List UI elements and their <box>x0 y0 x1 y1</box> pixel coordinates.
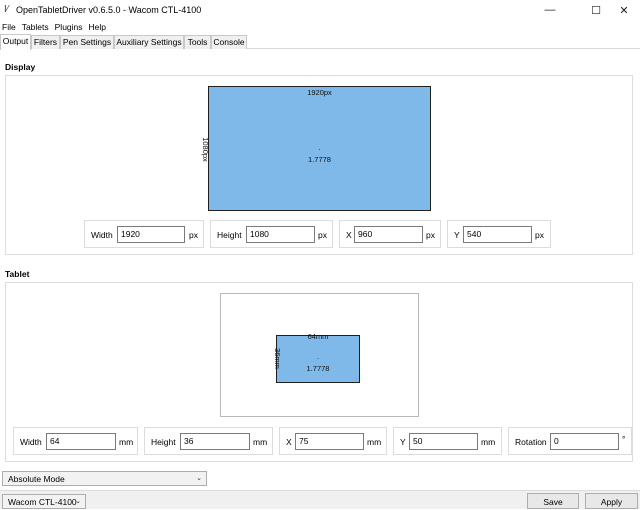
tab-auxiliary-settings[interactable]: Auxiliary Settings <box>114 35 184 49</box>
display-width-label: Width <box>91 230 113 240</box>
tablet-height-group: Height 36 mm <box>144 427 273 455</box>
tablet-x-group: X 75 mm <box>279 427 387 455</box>
tablet-x-label: X <box>286 437 292 447</box>
tablet-width-input[interactable]: 64 <box>46 433 116 450</box>
tablet-y-label: Y <box>400 437 406 447</box>
display-area-width-label: 1920px <box>307 88 332 97</box>
menu-help[interactable]: Help <box>87 21 110 34</box>
tab-filters[interactable]: Filters <box>31 35 60 49</box>
tablet-rotation-unit: ° <box>622 434 626 444</box>
tablet-area-ratio: 1.7778 <box>306 364 330 373</box>
window-title: OpenTabletDriver v0.6.5.0 - Wacom CTL-41… <box>16 5 202 15</box>
tablet-width-unit: mm <box>119 437 134 447</box>
menu-plugins[interactable]: Plugins <box>53 21 87 34</box>
display-y-label: Y <box>454 230 460 240</box>
tablet-width-label: Width <box>20 437 42 447</box>
minimize-button[interactable]: — <box>534 0 566 20</box>
tablet-y-unit: mm <box>481 437 496 447</box>
tab-console[interactable]: Console <box>211 35 247 49</box>
menu-tablets[interactable]: Tablets <box>20 21 53 34</box>
display-width-unit: px <box>189 230 198 240</box>
output-mode-select[interactable]: Absolute Mode ⌄ <box>2 471 207 486</box>
tablet-select-value: Wacom CTL-4100 <box>8 497 77 507</box>
tablet-y-group: Y 50 mm <box>393 427 502 455</box>
display-area[interactable]: 1920px 1080px . 1.7778 <box>201 86 431 211</box>
save-button[interactable]: Save <box>527 493 579 509</box>
display-height-group: Height 1080 px <box>210 220 333 248</box>
tablet-area-width-label: 64mm <box>307 332 329 341</box>
tablet-height-input[interactable]: 36 <box>180 433 250 450</box>
display-height-unit: px <box>318 230 327 240</box>
tablet-rotation-label: Rotation <box>515 437 547 447</box>
tablet-width-group: Width 64 mm <box>13 427 138 455</box>
display-x-unit: px <box>426 230 435 240</box>
tablet-x-unit: mm <box>367 437 382 447</box>
tablet-height-label: Height <box>151 437 176 447</box>
display-y-input[interactable]: 540 <box>463 226 532 243</box>
tablet-height-unit: mm <box>253 437 268 447</box>
display-heading: Display <box>5 62 36 72</box>
menu-file[interactable]: File <box>0 21 20 34</box>
display-area-center-dot: . <box>318 143 321 152</box>
display-height-label: Height <box>217 230 242 240</box>
tablet-select[interactable]: Wacom CTL-4100 ⌄ <box>2 494 86 509</box>
tablet-area[interactable]: 64mm 36mm . 1.7778 <box>273 332 360 383</box>
tablet-rotation-group: Rotation 0 ° <box>508 427 632 455</box>
display-height-input[interactable]: 1080 <box>246 226 315 243</box>
tablet-rotation-input[interactable]: 0 <box>550 433 619 450</box>
tablet-y-input[interactable]: 50 <box>409 433 478 450</box>
tablet-x-input[interactable]: 75 <box>295 433 364 450</box>
display-area-ratio: 1.7778 <box>308 155 331 164</box>
tab-pen-settings[interactable]: Pen Settings <box>60 35 114 49</box>
output-mode-value: Absolute Mode <box>8 474 65 484</box>
tab-output[interactable]: Output <box>0 34 31 50</box>
display-width-group: Width 1920 px <box>84 220 204 248</box>
display-y-unit: px <box>535 230 544 240</box>
display-x-label: X <box>346 230 352 240</box>
menu-bar: File Tablets Plugins Help <box>0 21 110 34</box>
tab-bar: Output Filters Pen Settings Auxiliary Se… <box>0 34 640 50</box>
tablet-heading: Tablet <box>5 269 30 279</box>
tablet-area-center-dot: . <box>316 352 320 361</box>
display-y-group: Y 540 px <box>447 220 551 248</box>
apply-button[interactable]: Apply <box>585 493 638 509</box>
close-button[interactable]: ✕ <box>608 0 640 20</box>
chevron-down-icon: ⌄ <box>75 498 81 505</box>
display-x-group: X 960 px <box>339 220 441 248</box>
chevron-down-icon: ⌄ <box>196 475 202 482</box>
tab-tools[interactable]: Tools <box>184 35 211 49</box>
display-x-input[interactable]: 960 <box>354 226 423 243</box>
display-width-input[interactable]: 1920 <box>117 226 185 243</box>
title-bar[interactable]: I⁄ OpenTabletDriver v0.6.5.0 - Wacom CTL… <box>0 0 640 20</box>
app-icon: I⁄ <box>4 4 9 15</box>
